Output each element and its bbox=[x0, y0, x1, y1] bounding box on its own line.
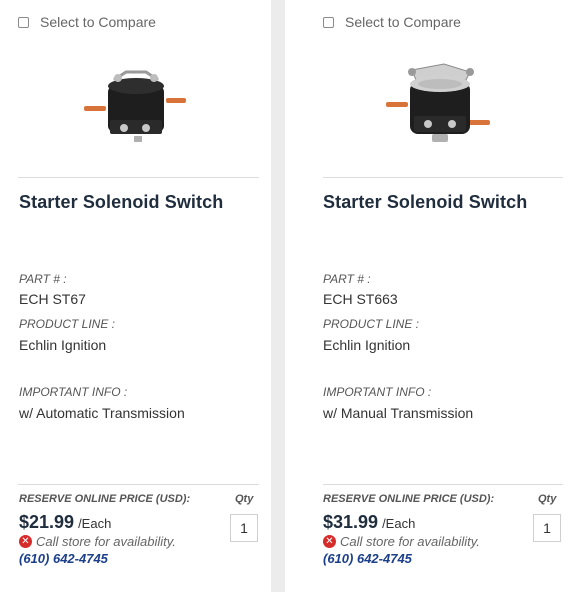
quantity-input[interactable]: 1 bbox=[533, 514, 561, 542]
qty-label: Qty bbox=[235, 493, 254, 505]
product-line-label: PRODUCT LINE : bbox=[19, 317, 116, 331]
store-phone-link[interactable]: (610) 642-4745 bbox=[19, 551, 108, 566]
part-number-value: ECH ST67 bbox=[19, 291, 86, 307]
part-number-value: ECH ST663 bbox=[323, 291, 398, 307]
important-info-value: w/ Automatic Transmission bbox=[19, 405, 185, 421]
important-info-value: w/ Manual Transmission bbox=[323, 405, 474, 421]
unavailable-icon: ✕ bbox=[323, 535, 336, 548]
compare-checkbox[interactable] bbox=[323, 16, 334, 28]
quantity-input[interactable]: 1 bbox=[230, 514, 258, 542]
store-phone-link[interactable]: (610) 642-4745 bbox=[323, 551, 412, 566]
price-unit: /Each bbox=[78, 516, 112, 531]
price-unit: /Each bbox=[382, 516, 416, 531]
reserve-price-label: RESERVE ONLINE PRICE (USD): bbox=[323, 493, 495, 505]
solenoid-switch-image[interactable] bbox=[384, 58, 494, 158]
select-to-compare[interactable]: Select to Compare bbox=[323, 14, 461, 30]
reserve-price-label: RESERVE ONLINE PRICE (USD): bbox=[19, 493, 191, 505]
availability-text: Call store for availability. bbox=[340, 534, 480, 549]
divider bbox=[18, 484, 259, 485]
divider bbox=[323, 484, 563, 485]
important-info-label: IMPORTANT INFO : bbox=[323, 385, 432, 399]
product-card: Select to Compare Starter Solenoid Switc… bbox=[0, 0, 271, 592]
price-amount: $21.99 bbox=[19, 512, 75, 532]
solenoid-switch-image[interactable] bbox=[80, 58, 190, 158]
important-info-label: IMPORTANT INFO : bbox=[19, 385, 128, 399]
select-to-compare[interactable]: Select to Compare bbox=[18, 14, 156, 30]
availability: ✕ Call store for availability. bbox=[19, 534, 176, 549]
divider bbox=[18, 177, 259, 178]
availability: ✕ Call store for availability. bbox=[323, 534, 480, 549]
product-name[interactable]: Starter Solenoid Switch bbox=[323, 192, 527, 213]
qty-label: Qty bbox=[538, 493, 557, 505]
availability-text: Call store for availability. bbox=[36, 534, 176, 549]
unavailable-icon: ✕ bbox=[19, 535, 32, 548]
product-line-value: Echlin Ignition bbox=[19, 337, 107, 353]
product-card: Select to Compare Starter Solenoid Switc… bbox=[285, 0, 571, 592]
product-name[interactable]: Starter Solenoid Switch bbox=[19, 192, 223, 213]
compare-label[interactable]: Select to Compare bbox=[40, 14, 156, 30]
part-number-label: PART # : bbox=[323, 272, 371, 286]
product-line-value: Echlin Ignition bbox=[323, 337, 411, 353]
product-line-label: PRODUCT LINE : bbox=[323, 317, 420, 331]
compare-label[interactable]: Select to Compare bbox=[345, 14, 461, 30]
compare-checkbox[interactable] bbox=[18, 16, 29, 28]
price: $21.99 /Each bbox=[19, 512, 111, 533]
divider bbox=[323, 177, 563, 178]
price: $31.99 /Each bbox=[323, 512, 415, 533]
part-number-label: PART # : bbox=[19, 272, 67, 286]
price-amount: $31.99 bbox=[323, 512, 379, 532]
